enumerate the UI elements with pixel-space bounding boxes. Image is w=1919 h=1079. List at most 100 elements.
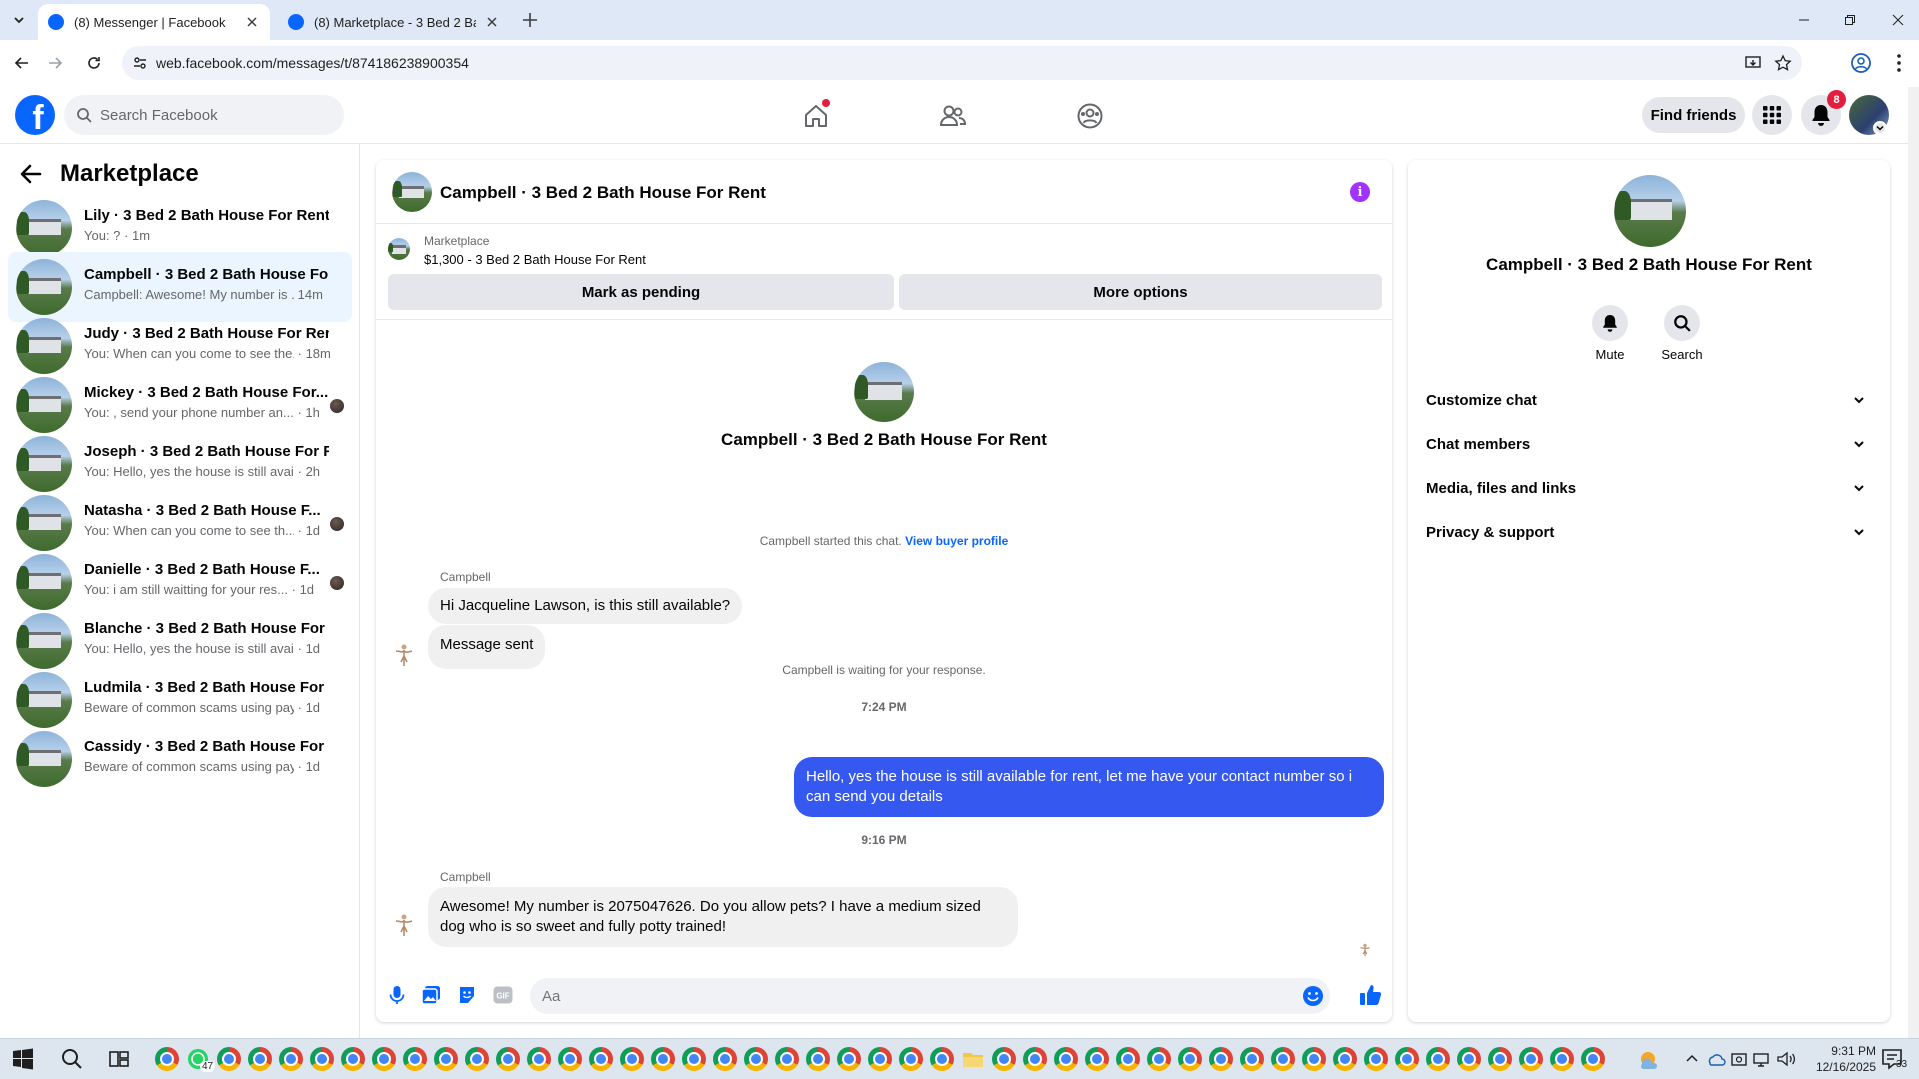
message-input-box[interactable] xyxy=(530,978,1330,1014)
chrome-taskbar-icon[interactable] xyxy=(620,1047,644,1071)
chrome-taskbar-icon[interactable] xyxy=(589,1047,613,1071)
chrome-taskbar-icon[interactable] xyxy=(992,1047,1016,1071)
chrome-taskbar-icon[interactable] xyxy=(1519,1047,1543,1071)
tab-marketplace[interactable]: (8) Marketplace - 3 Bed 2 Bath xyxy=(278,4,510,40)
task-view-icon[interactable] xyxy=(107,1047,131,1071)
menu-button[interactable] xyxy=(1752,95,1792,135)
chrome-taskbar-icon[interactable] xyxy=(899,1047,923,1071)
chrome-taskbar-icon[interactable] xyxy=(1023,1047,1047,1071)
listing-details[interactable]: $1,300 - 3 Bed 2 Bath House For Rent xyxy=(424,252,646,267)
media-files-links-section[interactable]: Media, files and links xyxy=(1426,470,1872,506)
site-info-icon[interactable] xyxy=(132,55,148,71)
chrome-taskbar-icon[interactable] xyxy=(1209,1047,1233,1071)
privacy-support-section[interactable]: Privacy & support xyxy=(1426,514,1872,550)
chrome-taskbar-icon[interactable] xyxy=(1550,1047,1574,1071)
show-hidden-icons[interactable] xyxy=(1684,1047,1700,1071)
chrome-taskbar-icon[interactable] xyxy=(217,1047,241,1071)
chrome-taskbar-icon[interactable] xyxy=(465,1047,489,1071)
emoji-icon[interactable] xyxy=(1302,985,1324,1007)
chrome-taskbar-icon[interactable] xyxy=(837,1047,861,1071)
outgoing-message[interactable]: Hello, yes the house is still available … xyxy=(794,757,1384,817)
facebook-logo[interactable]: f xyxy=(15,95,55,135)
chrome-taskbar-icon[interactable] xyxy=(1457,1047,1481,1071)
voice-clip-button[interactable] xyxy=(386,984,408,1006)
sticker-button[interactable] xyxy=(456,984,478,1006)
network-icon[interactable] xyxy=(1752,1047,1772,1071)
find-friends-button[interactable]: Find friends xyxy=(1642,97,1745,133)
view-buyer-profile-link[interactable]: View buyer profile xyxy=(905,534,1008,548)
back-arrow-icon[interactable] xyxy=(20,164,42,184)
restore-button[interactable] xyxy=(1838,8,1862,32)
weather-icon[interactable] xyxy=(1636,1047,1660,1071)
close-window-button[interactable] xyxy=(1886,8,1910,32)
conversation-item[interactable]: Cassidy · 3 Bed 2 Bath House For R... Bew… xyxy=(8,724,352,794)
chrome-taskbar-icon[interactable] xyxy=(1426,1047,1450,1071)
chrome-taskbar-icon[interactable] xyxy=(806,1047,830,1071)
chrome-taskbar-icon[interactable] xyxy=(279,1047,303,1071)
more-options-button[interactable]: More options xyxy=(899,274,1382,310)
chrome-taskbar-icon[interactable] xyxy=(1488,1047,1512,1071)
chrome-taskbar-icon[interactable] xyxy=(930,1047,954,1071)
nav-groups[interactable] xyxy=(1075,101,1105,131)
close-tab-icon[interactable] xyxy=(244,14,260,30)
mute-button[interactable]: Mute xyxy=(1580,305,1640,362)
reload-button[interactable] xyxy=(83,52,105,74)
send-like-button[interactable] xyxy=(1358,982,1384,1008)
tab-messenger[interactable]: (8) Messenger | Facebook xyxy=(38,4,270,40)
chrome-taskbar-icon[interactable] xyxy=(682,1047,706,1071)
chrome-taskbar-icon[interactable] xyxy=(1302,1047,1326,1071)
chrome-taskbar-icon[interactable] xyxy=(310,1047,334,1071)
system-clock[interactable]: 9:31 PM 12/16/2025 xyxy=(1790,1043,1876,1075)
chrome-taskbar-icon[interactable] xyxy=(527,1047,551,1071)
chrome-taskbar-icon[interactable] xyxy=(403,1047,427,1071)
chrome-taskbar-icon[interactable] xyxy=(248,1047,272,1071)
tab-search-dropdown[interactable] xyxy=(8,9,30,31)
chrome-taskbar-icon[interactable] xyxy=(558,1047,582,1071)
chat-members-section[interactable]: Chat members xyxy=(1426,426,1872,462)
incoming-message[interactable]: Hi Jacqueline Lawson, is this still avai… xyxy=(428,588,743,624)
browser-menu-icon[interactable] xyxy=(1888,52,1910,74)
address-bar[interactable]: web.facebook.com/messages/t/874186238900… xyxy=(122,46,1802,80)
back-button[interactable] xyxy=(11,52,33,74)
chrome-taskbar-icon[interactable] xyxy=(341,1047,365,1071)
chrome-taskbar-icon[interactable] xyxy=(1333,1047,1357,1071)
chrome-taskbar-icon[interactable] xyxy=(1178,1047,1202,1071)
new-tab-icon[interactable] xyxy=(520,10,540,30)
file-explorer-icon[interactable] xyxy=(961,1047,985,1071)
onedrive-icon[interactable] xyxy=(1706,1047,1726,1071)
chrome-taskbar-icon[interactable] xyxy=(434,1047,458,1071)
conversation-avatar-large[interactable] xyxy=(854,362,914,422)
close-tab-icon[interactable] xyxy=(484,14,500,30)
chrome-taskbar-icon[interactable] xyxy=(713,1047,737,1071)
details-avatar[interactable] xyxy=(1614,175,1686,247)
chrome-taskbar-icon[interactable] xyxy=(775,1047,799,1071)
chrome-taskbar-icon[interactable] xyxy=(1271,1047,1295,1071)
chrome-taskbar-icon[interactable] xyxy=(496,1047,520,1071)
listing-thumbnail[interactable] xyxy=(388,238,410,260)
chrome-taskbar-icon[interactable] xyxy=(1240,1047,1264,1071)
chat-title[interactable]: Campbell · 3 Bed 2 Bath House For Rent xyxy=(440,183,766,203)
chrome-taskbar-icon[interactable] xyxy=(868,1047,892,1071)
chrome-taskbar-icon[interactable] xyxy=(1395,1047,1419,1071)
chrome-taskbar-icon[interactable] xyxy=(1364,1047,1388,1071)
search-box[interactable] xyxy=(64,95,344,135)
customize-chat-section[interactable]: Customize chat xyxy=(1426,382,1872,418)
account-dropdown[interactable] xyxy=(1873,121,1887,135)
minimize-button[interactable] xyxy=(1792,8,1816,32)
bookmark-star-icon[interactable] xyxy=(1774,54,1792,72)
chrome-taskbar-icon[interactable] xyxy=(1116,1047,1140,1071)
mark-as-pending-button[interactable]: Mark as pending xyxy=(388,274,894,310)
sender-avatar-icon[interactable] xyxy=(390,911,418,939)
chrome-taskbar-icon[interactable] xyxy=(1147,1047,1171,1071)
gif-button[interactable]: GIF xyxy=(492,984,514,1006)
windows-start-icon[interactable] xyxy=(11,1047,35,1071)
chat-avatar[interactable] xyxy=(392,172,432,212)
chrome-taskbar-icon[interactable] xyxy=(155,1047,179,1071)
browser-profile-icon[interactable] xyxy=(1850,52,1872,74)
attach-photo-button[interactable] xyxy=(420,984,442,1006)
chrome-taskbar-icon[interactable] xyxy=(1085,1047,1109,1071)
device-icon[interactable] xyxy=(1730,1047,1748,1071)
nav-friends[interactable] xyxy=(938,101,968,131)
search-taskbar-icon[interactable] xyxy=(60,1047,84,1071)
message-input[interactable] xyxy=(542,978,1282,1014)
